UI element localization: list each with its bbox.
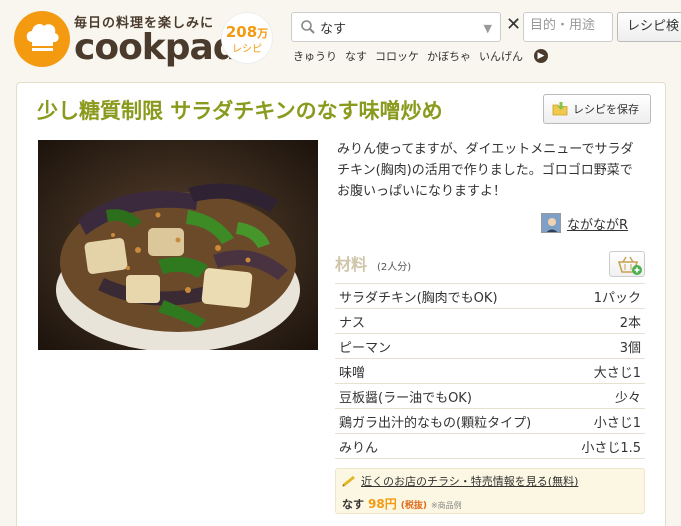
ingredients-header: 材料 (2人分) xyxy=(335,251,411,275)
folder-icon xyxy=(552,102,568,116)
save-recipe-button[interactable]: レシピを保存 xyxy=(543,94,651,124)
ingredient-qty: 大さじ1 xyxy=(593,365,641,381)
ingredient-name: ナス xyxy=(339,315,366,331)
avatar xyxy=(541,213,561,233)
ingredient-qty: 小さじ1 xyxy=(593,415,641,431)
ingredient-row: サラダチキン(胸肉でもOK) 1パック xyxy=(335,284,645,309)
recipe-title: 少し糖質制限 サラダチキンのなす味噌炒め xyxy=(37,99,443,123)
search-icon xyxy=(301,20,315,34)
author-name[interactable]: ながながR xyxy=(567,214,628,233)
recipe-count-unit: レシピ xyxy=(232,44,262,55)
recipe-count-suffix: 万 xyxy=(257,27,269,40)
recipe-photo[interactable] xyxy=(38,140,318,350)
ingredient-row: ピーマン 3個 xyxy=(335,334,645,359)
promo-price: 98円 xyxy=(368,497,397,511)
chevron-down-icon[interactable]: ▼ xyxy=(484,22,492,35)
recipe-description: みりん使ってますが、ダイエットメニューでサラダチキン(胸肉)の活用で作りました。… xyxy=(337,142,634,199)
promo-box: 近くのお店のチラシ・特売情報を見る(無料) なす 98円 (税抜) ※商品例 xyxy=(335,468,645,514)
recipe-card: 少し糖質制限 サラダチキンのなす味噌炒め レシピを保存 みりん使ってますが、ダイ… xyxy=(16,82,666,526)
wordmark: cookpad xyxy=(74,27,239,68)
add-to-cart-button[interactable] xyxy=(609,251,645,277)
ingredients-title: 材料 xyxy=(335,255,368,274)
ingredient-name: 豆板醤(ラー油でもOK) xyxy=(339,390,472,406)
recipe-search-button[interactable]: レシピ検 xyxy=(617,12,681,42)
keyword-link[interactable]: きゅうり xyxy=(293,48,337,64)
promo-note: ※商品例 xyxy=(430,501,462,510)
servings-label: (2人分) xyxy=(377,262,412,273)
flyer-link[interactable]: 近くのお店のチラシ・特売情報を見る(無料) xyxy=(361,473,578,489)
ingredient-list: サラダチキン(胸肉でもOK) 1パック ナス 2本 ピーマン 3個 味噌 大さじ1 豆板… xyxy=(335,283,645,459)
save-recipe-label: レシピを保存 xyxy=(573,103,639,116)
ingredient-row: ナス 2本 xyxy=(335,309,645,334)
flyer-icon xyxy=(342,476,355,487)
ingredient-qty: 小さじ1.5 xyxy=(581,440,641,456)
chevron-right-icon[interactable]: ▶ xyxy=(534,49,548,63)
purpose-input[interactable] xyxy=(530,18,608,33)
recipe-count-number: 208 xyxy=(225,23,258,41)
keyword-link[interactable]: いんげん xyxy=(479,48,523,64)
ingredient-qty: 1パック xyxy=(593,290,641,306)
purpose-box xyxy=(523,12,613,42)
ingredient-row: 鶏ガラ出汁的なもの(顆粒タイプ) 小さじ1 xyxy=(335,409,645,434)
chef-hat-icon xyxy=(14,11,70,67)
ingredient-row: みりん 小さじ1.5 xyxy=(335,434,645,459)
ingredient-name: 味噌 xyxy=(339,365,366,381)
search-box: ▼ xyxy=(291,12,501,42)
ingredient-row: 豆板醤(ラー油でもOK) 少々 xyxy=(335,384,645,409)
keyword-link[interactable]: なす xyxy=(345,48,367,64)
keyword-link[interactable]: コロッケ xyxy=(375,48,419,64)
ingredient-qty: 2本 xyxy=(619,315,641,331)
basket-add-icon xyxy=(617,256,642,275)
ingredient-name: ピーマン xyxy=(339,340,392,356)
ingredient-qty: 3個 xyxy=(619,340,641,356)
promo-item: なす xyxy=(342,498,364,511)
keyword-link[interactable]: かぼちゃ xyxy=(427,48,471,64)
ingredient-name: 鶏ガラ出汁的なもの(顆粒タイプ) xyxy=(339,415,532,431)
ingredient-name: みりん xyxy=(339,440,379,456)
promo-tax: (税抜) xyxy=(400,501,427,511)
recipe-count-badge: 208万 レシピ xyxy=(221,12,273,64)
ingredient-row: 味噌 大さじ1 xyxy=(335,359,645,384)
close-icon[interactable]: ✕ xyxy=(506,14,521,36)
author-link[interactable]: ながながR xyxy=(541,213,628,233)
ingredient-name: サラダチキン(胸肉でもOK) xyxy=(339,290,498,306)
keyword-list: きゅうり なす コロッケ かぼちゃ いんげん ▶ xyxy=(293,48,548,64)
search-input[interactable] xyxy=(320,17,470,37)
cookpad-logo[interactable]: 毎日の料理を楽しみに cookpad xyxy=(14,6,239,68)
ingredient-qty: 少々 xyxy=(614,390,641,406)
dish-image xyxy=(38,140,318,350)
